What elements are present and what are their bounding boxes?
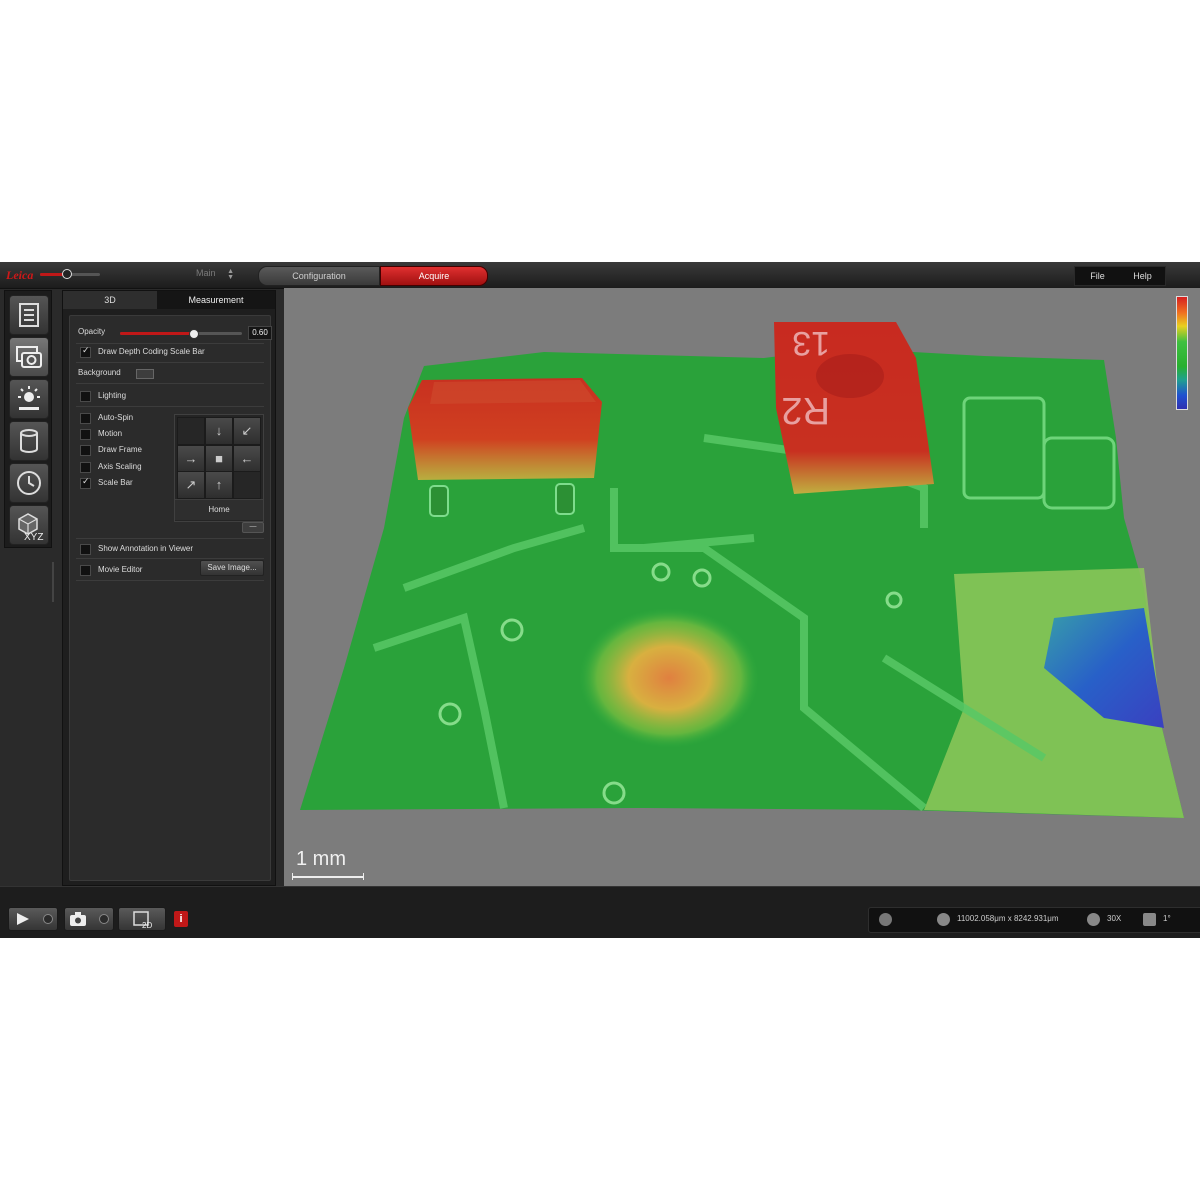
field-of-view-dimensions: 11002.058μm x 8242.931μm	[957, 914, 1059, 923]
axis-scaling-label: Axis Scaling	[98, 462, 142, 471]
updown-arrow-icon: ▲ ▼	[227, 268, 234, 281]
illumination-button[interactable]	[9, 379, 49, 419]
background-color-button[interactable]	[136, 369, 154, 379]
auto-spin-label: Auto-Spin	[98, 413, 134, 422]
overlay-toggle-icon[interactable]	[879, 913, 892, 926]
home-button[interactable]: Home	[175, 499, 263, 520]
play-icon	[17, 913, 29, 925]
tab-measurement[interactable]: Measurement	[157, 291, 275, 309]
rotate-up-right-icon[interactable]: ↗	[177, 471, 205, 499]
background-label: Background	[78, 368, 121, 377]
check-icon: ✓	[82, 345, 90, 355]
illumination-icon	[18, 386, 40, 410]
movie-editor-label: Movie Editor	[98, 565, 143, 574]
rotation-value: 1°	[1163, 914, 1171, 923]
brightness-slider[interactable]	[40, 269, 100, 279]
rotation-icon	[1143, 913, 1156, 926]
motion-checkbox[interactable]	[80, 429, 91, 440]
show-annotation-checkbox[interactable]	[80, 544, 91, 555]
r2-label: R2	[781, 389, 830, 431]
r2-label-top: 13	[792, 324, 830, 362]
center-cube-icon[interactable]: ■	[205, 445, 233, 473]
lighting-checkbox[interactable]	[80, 391, 91, 402]
view-mode-label: 2D	[142, 921, 152, 930]
xyz-label: XYZ	[24, 532, 43, 541]
field-of-view-icon	[937, 913, 950, 926]
left-toolbar: XYZ	[4, 290, 52, 548]
xyz-button[interactable]: XYZ	[9, 505, 49, 545]
image-info-button[interactable]	[9, 295, 49, 335]
opacity-row: Opacity 0.60	[78, 326, 272, 340]
time-lapse-button[interactable]	[9, 463, 49, 503]
movie-editor-checkbox[interactable]	[80, 565, 91, 576]
solder-bump	[579, 608, 759, 748]
xyz-cube-icon: XYZ	[18, 513, 43, 541]
live-play-button[interactable]	[8, 907, 58, 931]
show-annotation-label: Show Annotation in Viewer	[98, 544, 194, 553]
camera-icon	[16, 346, 42, 368]
snapshot-button[interactable]	[64, 907, 114, 931]
status-readout: 11002.058μm x 8242.931μm 30X 1°	[868, 907, 1200, 933]
zoom-icon	[1087, 913, 1100, 926]
axis-scaling-checkbox[interactable]	[80, 462, 91, 473]
camera-icon	[70, 912, 86, 926]
camera-button[interactable]	[9, 337, 49, 377]
image-info-icon	[19, 303, 39, 327]
camera-navigation-pad: ↓ ↙ → ■ ← ↗ ↑ Home	[174, 414, 264, 522]
zoom-value: 30X	[1107, 914, 1122, 923]
top-bar: Leica Main ▲ ▼ Configuration Acquire File…	[0, 262, 1200, 289]
auto-spin-checkbox[interactable]	[80, 413, 91, 424]
scale-bar-line	[292, 873, 364, 880]
opacity-slider[interactable]	[120, 329, 242, 339]
minimize-pad-button[interactable]: —	[242, 522, 264, 533]
menu-help[interactable]: Help	[1120, 267, 1165, 285]
slider-knob[interactable]	[62, 269, 72, 279]
tab-configuration[interactable]: Configuration	[258, 266, 380, 286]
draw-frame-label: Draw Frame	[98, 445, 143, 454]
menu-file[interactable]: File	[1075, 267, 1120, 285]
bottom-bar: 2D i 11002.058μm x 8242.931μm 30X 1°	[0, 886, 1200, 938]
tab-3d[interactable]: 3D	[63, 291, 157, 309]
cylinder-button[interactable]	[9, 421, 49, 461]
opacity-label: Opacity	[78, 327, 106, 336]
background-row: Background	[78, 367, 178, 379]
info-icon[interactable]: i	[174, 911, 188, 927]
workspace-select[interactable]: Main ▲ ▼	[196, 268, 236, 282]
main-menu: File Help	[1074, 266, 1166, 286]
pcb-height-map[interactable]: R2 13	[284, 288, 1200, 886]
arrow-left-icon[interactable]: ←	[233, 445, 261, 473]
draw-frame-checkbox[interactable]	[80, 445, 91, 456]
motion-label: Motion	[98, 429, 123, 438]
scale-bar-label: 1 mm	[296, 848, 346, 870]
view-2d-button[interactable]: 2D	[118, 907, 166, 931]
lighting-label: Lighting	[98, 391, 127, 400]
cylinder-icon	[20, 429, 38, 453]
3d-viewer[interactable]: R2 13 1 mm	[284, 288, 1200, 886]
3d-settings: Opacity 0.60 ✓ Draw Depth Coding Scale B…	[69, 315, 272, 881]
settings-panel: 3D Measurement Opacity 0.60 ✓ Draw Depth…	[62, 290, 276, 886]
panel-tabs: 3D Measurement	[63, 291, 275, 309]
leica-logo: Leica	[6, 268, 34, 282]
tab-acquire[interactable]: Acquire	[380, 266, 488, 286]
draw-depth-label: Draw Depth Coding Scale Bar	[98, 347, 205, 356]
clock-icon	[17, 471, 41, 495]
application-window: Leica Main ▲ ▼ Configuration Acquire File…	[0, 262, 1200, 938]
rotate-down-left-icon[interactable]: ↙	[233, 417, 261, 445]
save-image-button[interactable]: Save Image...	[200, 560, 264, 576]
draw-depth-checkbox[interactable]: ✓	[80, 345, 91, 358]
arrow-right-icon[interactable]: →	[177, 445, 205, 473]
check-icon: ✓	[82, 476, 90, 486]
depth-coding-scale-bar	[1176, 296, 1188, 410]
arrow-down-icon[interactable]: ↓	[205, 417, 233, 445]
workflow-tabs: Configuration Acquire	[258, 266, 488, 286]
workspace-select-value: Main	[196, 268, 216, 278]
scale-bar-checkbox[interactable]: ✓	[80, 476, 91, 489]
panel-splitter[interactable]	[52, 562, 54, 602]
scale-bar-label: Scale Bar	[98, 478, 133, 487]
view-2d-icon: 2D	[133, 911, 152, 930]
opacity-slider-knob[interactable]	[189, 329, 200, 339]
arrow-up-icon[interactable]: ↑	[205, 471, 233, 499]
opacity-value[interactable]: 0.60	[248, 326, 272, 340]
